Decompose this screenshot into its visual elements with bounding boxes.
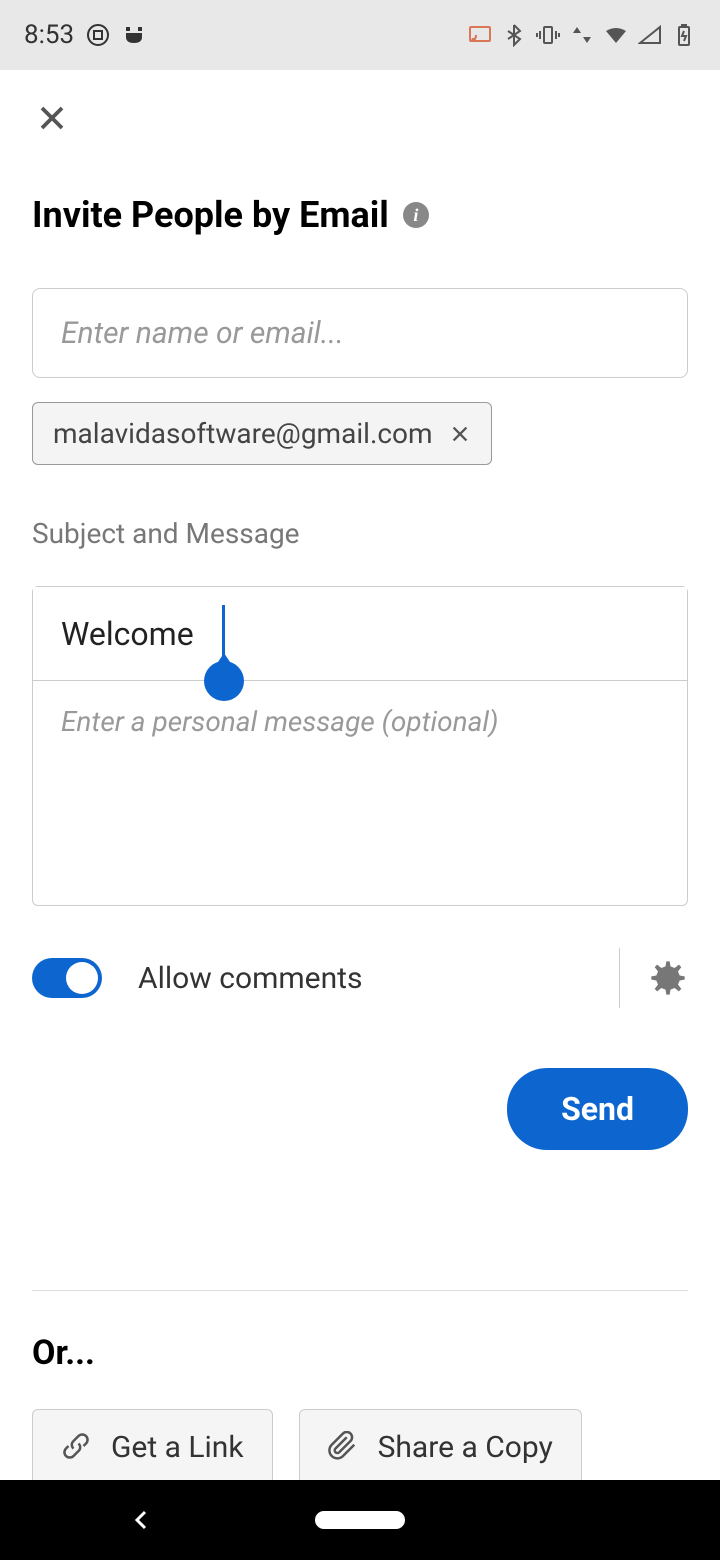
paperclip-icon (328, 1431, 358, 1465)
section-label: Subject and Message (32, 517, 688, 550)
divider-horizontal (32, 1290, 688, 1291)
info-icon[interactable]: i (403, 202, 429, 228)
battery-icon (672, 23, 696, 47)
action-buttons: Get a Link Share a Copy (32, 1409, 688, 1480)
toggle-knob (66, 962, 98, 994)
app-icon-1 (86, 23, 110, 47)
page-title: Invite People by Email (32, 194, 389, 236)
message-textarea[interactable] (33, 681, 687, 901)
status-right (468, 23, 696, 47)
page-title-row: Invite People by Email i (32, 194, 688, 236)
settings-icon[interactable] (648, 958, 688, 998)
share-copy-label: Share a Copy (378, 1430, 553, 1465)
toggle-label: Allow comments (138, 961, 619, 996)
vibrate-icon (536, 23, 560, 47)
allow-comments-toggle[interactable] (32, 958, 102, 998)
remove-email-icon[interactable] (449, 423, 471, 445)
cast-icon (468, 23, 492, 47)
subject-input[interactable] (33, 587, 687, 681)
get-link-label: Get a Link (111, 1430, 244, 1465)
share-copy-button[interactable]: Share a Copy (299, 1409, 582, 1480)
main-content: Invite People by Email i malavidasoftwar… (0, 70, 720, 1480)
back-button[interactable] (130, 1508, 154, 1532)
navigation-bar (0, 1480, 720, 1560)
data-icon (570, 23, 594, 47)
email-chip: malavidasoftware@gmail.com (32, 402, 492, 465)
send-row: Send (32, 1068, 688, 1150)
link-icon (61, 1431, 91, 1465)
message-box (32, 586, 688, 906)
app-icon-2 (122, 23, 146, 47)
cursor-handle[interactable] (204, 661, 244, 701)
or-label: Or... (32, 1333, 688, 1373)
send-button[interactable]: Send (507, 1068, 688, 1150)
status-time: 8:53 (24, 20, 74, 50)
bluetooth-icon (502, 23, 526, 47)
toggle-row: Allow comments (32, 948, 688, 1008)
close-button[interactable] (32, 98, 72, 138)
get-link-button[interactable]: Get a Link (32, 1409, 273, 1480)
home-pill[interactable] (315, 1511, 405, 1529)
status-left: 8:53 (24, 20, 146, 50)
wifi-icon (604, 23, 628, 47)
signal-icon (638, 23, 662, 47)
divider-vertical (619, 948, 620, 1008)
email-chip-text: malavidasoftware@gmail.com (53, 417, 433, 450)
status-bar: 8:53 (0, 0, 720, 70)
email-input[interactable] (32, 288, 688, 378)
